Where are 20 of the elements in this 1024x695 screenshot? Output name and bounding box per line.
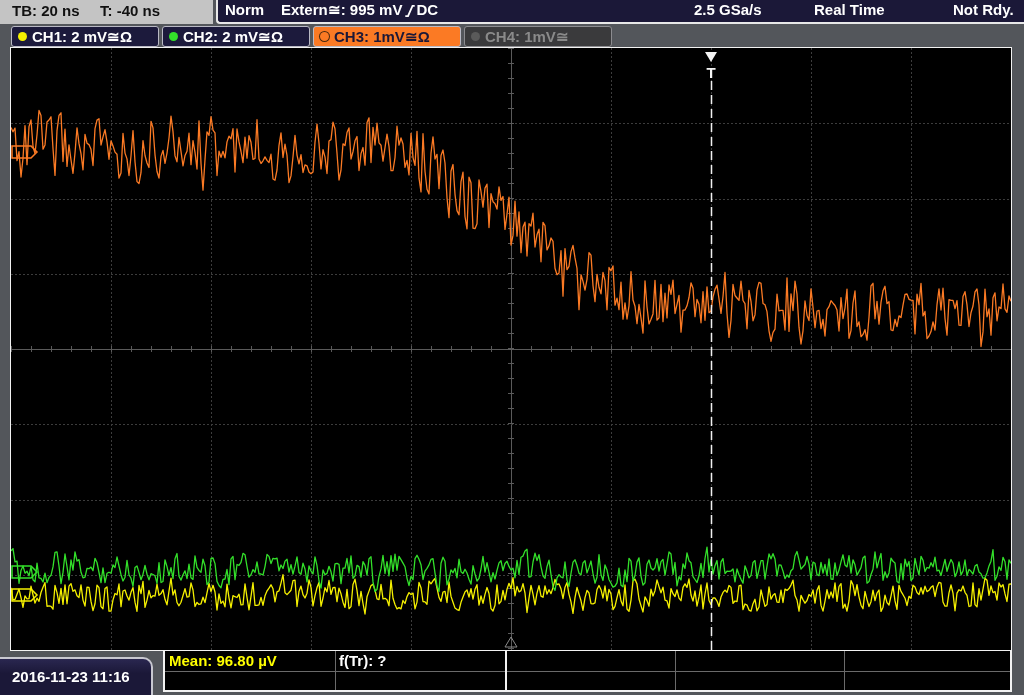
- sample-rate-label: 2.5 GSa/s: [694, 0, 763, 21]
- channel-marker-icon: [11, 145, 39, 159]
- coupling-label: DC: [416, 0, 439, 21]
- measurement-readout: f(Tr): ?: [339, 652, 387, 669]
- trigger-mode-label: Norm: [225, 0, 266, 21]
- trigger-level-label: Extern≅: 995 mV: [281, 0, 403, 21]
- measurement-readout: Mean: 96.80 µV: [169, 652, 277, 669]
- acquisition-state-label: Not Rdy.: [953, 0, 1015, 21]
- timebase-label: TB: 20 ns: [12, 0, 81, 21]
- channel-marker-icon: [11, 565, 39, 579]
- trigger-label: T: [706, 64, 716, 81]
- channel-tab[interactable]: CH3: 1mV≅Ω: [313, 26, 461, 47]
- channel-tab[interactable]: CH1: 2 mV≅Ω: [11, 26, 159, 47]
- channel-marker-icon: [11, 588, 39, 602]
- trigger-offset-label: T: -40 ns: [100, 0, 160, 21]
- reference-marker-icon: [504, 636, 518, 648]
- trigger-marker-icon: [705, 52, 717, 62]
- channel-tab[interactable]: CH2: 2 mV≅Ω: [162, 26, 310, 47]
- acquisition-mode-label: Real Time: [814, 0, 886, 21]
- date-time-display: 2016-11-23 11:16: [0, 657, 153, 695]
